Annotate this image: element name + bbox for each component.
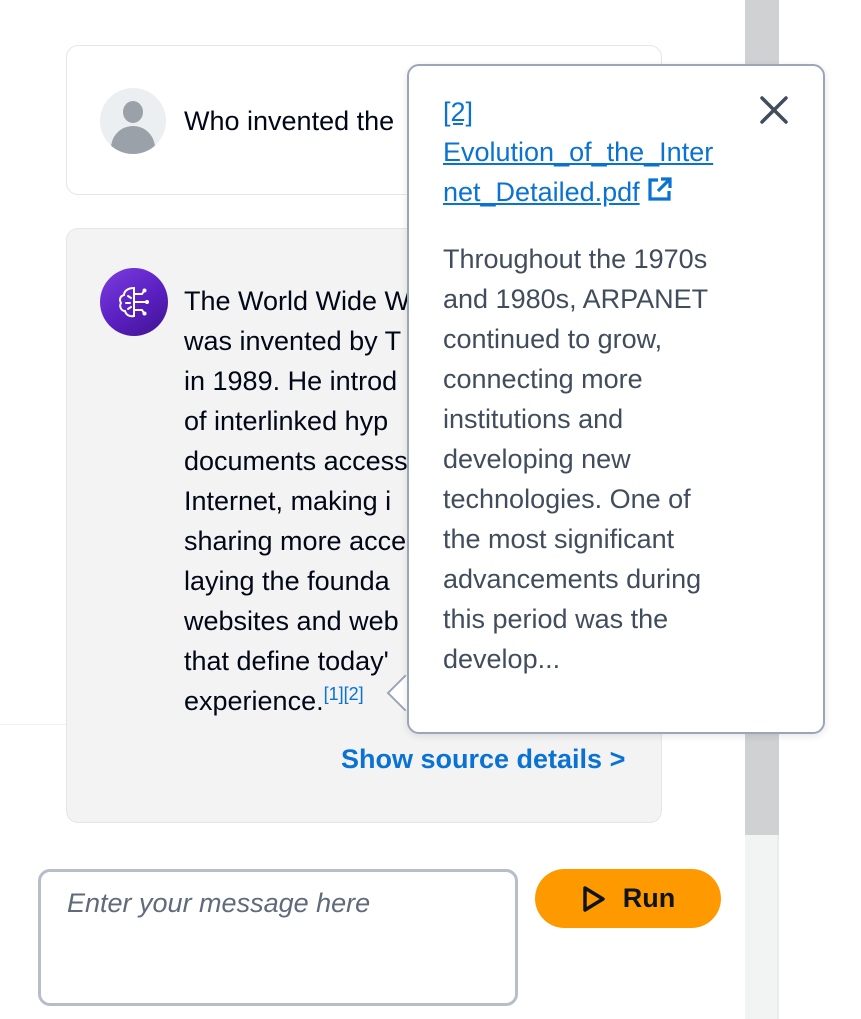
ai-text-line: documents access [184,446,408,476]
message-input[interactable] [41,872,515,1003]
ai-text-line: that define today' [184,646,389,676]
excerpt-line: Throughout the 1970s [443,244,708,274]
ai-text-line: sharing more acce [184,526,407,556]
ai-text-line: Internet, making i [184,486,392,516]
user-avatar [100,88,166,154]
external-link-icon[interactable] [646,174,674,214]
user-avatar-body [111,126,155,154]
ai-text-last-line: experience.[1][2] [184,681,424,721]
ai-text-line: laying the founda [184,566,390,596]
ai-text-line: was invented by T [184,326,402,356]
citation-2[interactable]: [2] [344,684,364,704]
ai-text-line: websites and web [184,606,399,636]
message-input-container[interactable] [38,869,518,1006]
source-link-line[interactable]: net_Detailed.pdf [443,172,743,214]
ai-text-line: in 1989. He introd [184,366,398,396]
excerpt-line: develop... [443,644,561,674]
source-link-line[interactable]: Evolution_of_the_Inter [443,132,743,172]
excerpt-line: this period was the [443,604,669,634]
excerpt-line: continued to grow, [443,324,663,354]
source-link-line[interactable]: [2] [443,92,743,132]
ai-avatar [100,268,168,336]
divider [0,724,66,725]
source-link-text[interactable]: net_Detailed.pdf [443,177,640,207]
ai-text-line: experience. [184,686,324,716]
ai-text-line: of interlinked hyp [184,406,389,436]
excerpt-line: institutions and [443,404,624,434]
play-icon [583,885,605,912]
excerpt-line: technologies. One of [443,484,691,514]
source-excerpt: Throughout the 1970s and 1980s, ARPANET … [443,239,773,679]
close-icon[interactable] [756,92,792,128]
ai-message-text: The World Wide W was invented by T in 19… [184,281,424,721]
excerpt-line: the most significant [443,524,675,554]
source-document-link[interactable]: [2] Evolution_of_the_Inter net_Detailed.… [443,92,743,214]
excerpt-line: developing new [443,444,631,474]
excerpt-line: and 1980s, ARPANET [443,284,709,314]
user-avatar-head [123,101,143,123]
show-source-details-link[interactable]: Show source details > [341,744,625,775]
citation-1[interactable]: [1] [324,684,344,704]
run-button-label: Run [622,883,676,913]
run-button[interactable]: Run [535,869,721,928]
excerpt-line: advancements during [443,564,702,594]
excerpt-line: connecting more [443,364,643,394]
ai-brain-icon [119,286,149,318]
ai-text-line: The World Wide W [184,286,411,316]
